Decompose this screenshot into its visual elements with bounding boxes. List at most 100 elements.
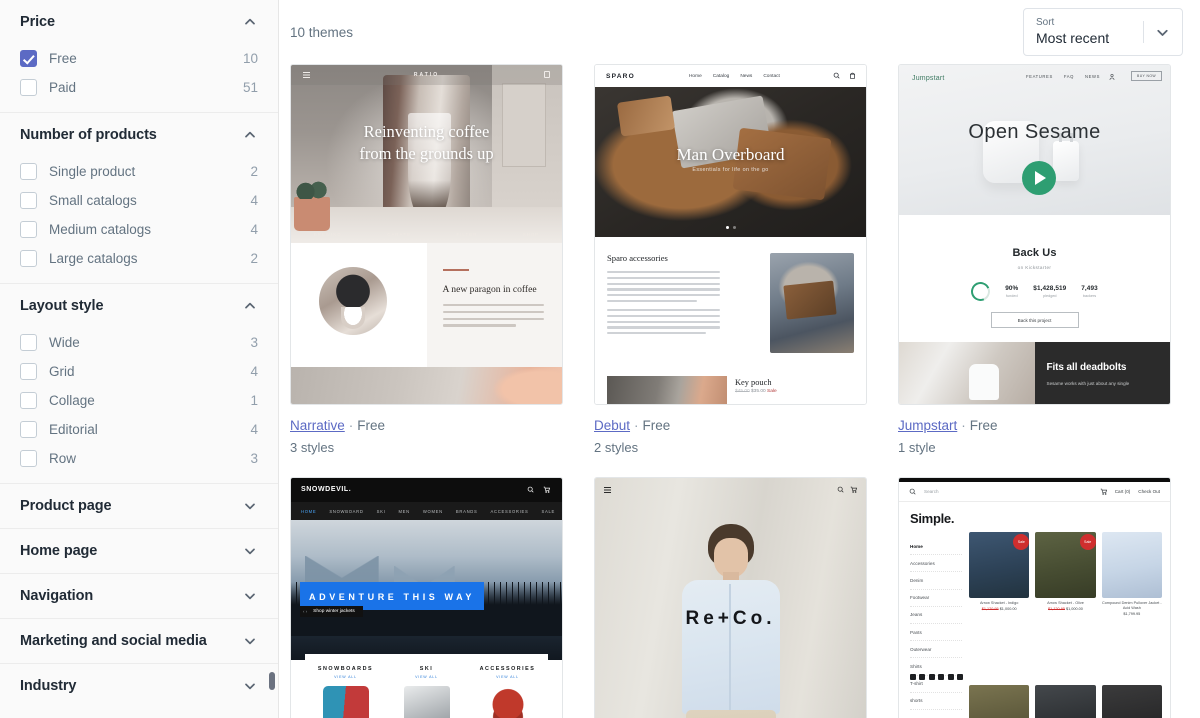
- filter-section-header[interactable]: Industry: [20, 664, 258, 708]
- filter-option-count: 4: [250, 364, 258, 379]
- simple-price-now: $1,000.00: [999, 606, 1017, 611]
- snowdevil-categories: SNOWBOARDS VIEW ALL SKI VIEW ALL ACCESSO…: [305, 654, 548, 718]
- sidebar-scrollbar-thumb[interactable]: [269, 672, 275, 690]
- filter-section-header[interactable]: Marketing and social media: [20, 619, 258, 663]
- narrative-product-circle: [319, 267, 387, 335]
- chevron-down-icon: [242, 678, 258, 694]
- simple-product: [1035, 685, 1096, 718]
- filter-section-title: Navigation: [20, 588, 94, 604]
- instagram-icon: [938, 674, 945, 680]
- filter-option-label: Small catalogs: [49, 193, 137, 208]
- checkbox[interactable]: [20, 192, 37, 209]
- boundless-brand: Re+Co.: [685, 608, 776, 629]
- filter-option-editorial[interactable]: Editorial 4: [20, 415, 258, 444]
- filter-option-label: Paid: [49, 80, 77, 95]
- filter-section-header[interactable]: Layout style: [20, 284, 258, 328]
- narrative-counter: [291, 207, 562, 243]
- jumpstart-buy-button: BUY NOW: [1131, 71, 1162, 81]
- filter-section-header[interactable]: Home page: [20, 529, 258, 573]
- simple-brand: Simple.: [910, 511, 955, 526]
- model-skirt: [685, 710, 776, 718]
- theme-preview-boundless[interactable]: Re+Co.: [594, 477, 867, 718]
- filter-option-label: Grid: [49, 364, 75, 379]
- filter-option-free[interactable]: Free 10: [20, 44, 258, 73]
- checkbox[interactable]: [20, 392, 37, 409]
- chevron-down-icon: [242, 543, 258, 559]
- filter-option-single-product[interactable]: Single product 2: [20, 157, 258, 186]
- jumpstart-stat-label: pledged: [1043, 293, 1057, 298]
- jumpstart-feature-photo: [899, 342, 1035, 404]
- theme-title-line: Narrative · Free: [290, 417, 563, 435]
- simple-product-photo: [1101, 685, 1162, 718]
- twitter-icon: [919, 674, 926, 680]
- theme-preview-simple[interactable]: Search Cart (0) Check Out Simple. Home A…: [898, 477, 1171, 718]
- checkbox[interactable]: [20, 50, 37, 67]
- theme-preview-snowdevil[interactable]: SNOWDEVIL. HOME SNOWBOARD SKI MEN WOMEN …: [290, 477, 563, 718]
- theme-count-label: 10 themes: [290, 24, 354, 40]
- theme-preview-debut[interactable]: SPARO Home Catalog News Contact Man Over…: [594, 64, 867, 405]
- filter-option-small-catalogs[interactable]: Small catalogs 4: [20, 186, 258, 215]
- filter-option-wide[interactable]: Wide 3: [20, 328, 258, 357]
- debut-nav-item: News: [740, 73, 753, 79]
- filter-option-collage[interactable]: Collage 1: [20, 386, 258, 415]
- theme-card-meta: Debut · Free 2 styles: [594, 405, 867, 455]
- sort-label: Sort: [1036, 17, 1055, 28]
- debut-body-lines: [607, 271, 720, 303]
- theme-preview-narrative[interactable]: RATIO Reinventing coffee from the ground…: [290, 64, 563, 405]
- filter-option-large-catalogs[interactable]: Large catalogs 2: [20, 244, 258, 273]
- simple-page: Search Cart (0) Check Out Simple. Home A…: [899, 478, 1170, 718]
- debut-carousel-dots[interactable]: [595, 226, 866, 229]
- simple-nav-item: Jeans: [910, 607, 962, 624]
- theme-name-link[interactable]: Debut: [594, 418, 630, 433]
- filter-option-count: 2: [250, 164, 258, 179]
- filter-option-row[interactable]: Row 3: [20, 444, 258, 473]
- filter-section-header[interactable]: Number of products: [20, 113, 258, 157]
- sort-select[interactable]: Sort Most recent: [1023, 8, 1183, 56]
- debut-section-title: Sparo accessories: [607, 253, 668, 263]
- sort-divider: [1143, 21, 1144, 43]
- debut-nav-item: Contact: [763, 73, 780, 79]
- filter-section-header[interactable]: Navigation: [20, 574, 258, 618]
- snowdevil-nav-item: SNOWBOARD: [329, 508, 364, 514]
- filter-option-paid[interactable]: Paid 51: [20, 73, 258, 102]
- filter-option-label: Free: [49, 51, 77, 66]
- user-icon: [1109, 74, 1115, 81]
- snowdevil-nav-item: WOMEN: [422, 508, 443, 514]
- snowdevil-category: ACCESSORIES VIEW ALL: [467, 654, 548, 718]
- bag-icon: [850, 72, 855, 79]
- tumblr-icon: [947, 674, 954, 680]
- cart-icon: [1100, 488, 1107, 495]
- sidebar-scrollbar-track[interactable]: [269, 0, 277, 718]
- filter-option-medium-catalogs[interactable]: Medium catalogs 4: [20, 215, 258, 244]
- filter-section-number-of-products: Number of products Single product 2 Small c…: [0, 112, 278, 283]
- filter-option-grid[interactable]: Grid 4: [20, 357, 258, 386]
- checkbox[interactable]: [20, 450, 37, 467]
- filter-section-header[interactable]: Price: [20, 0, 258, 44]
- narrative-hero-line1: Reinventing coffee: [363, 122, 490, 141]
- search-icon: [833, 72, 840, 79]
- narrative-midsection: A new paragon in coffee: [291, 243, 562, 367]
- simple-product-price: $1,120.95 $1,000.00: [969, 607, 1029, 611]
- theme-name-link[interactable]: Jumpstart: [898, 418, 957, 433]
- boundless-preview-art: Re+Co.: [595, 478, 866, 718]
- checkbox[interactable]: [20, 79, 37, 96]
- checkbox[interactable]: [20, 221, 37, 238]
- filter-section-title: Layout style: [20, 298, 104, 314]
- debut-sale-badge: Sale: [767, 389, 777, 394]
- snowdevil-nav-item: ACCESSORIES: [490, 508, 529, 514]
- jumpstart-nav: FEATURES FAQ NEWS: [1026, 74, 1100, 79]
- checkbox[interactable]: [20, 334, 37, 351]
- jumpstart-stat-value: 7,493: [1081, 285, 1098, 293]
- checkbox[interactable]: [20, 250, 37, 267]
- filter-section-header[interactable]: Product page: [20, 484, 258, 528]
- filter-section-title: Price: [20, 14, 55, 30]
- debut-nav-item: Home: [688, 73, 702, 79]
- theme-preview-jumpstart[interactable]: Jumpstart FEATURES FAQ NEWS BUY NOW Open…: [898, 64, 1171, 405]
- theme-name-link[interactable]: Narrative: [290, 418, 345, 433]
- chevron-down-icon: [242, 633, 258, 649]
- checkbox[interactable]: [20, 363, 37, 380]
- jumpstart-feature-section: Fits all deadbolts Sesame works with jus…: [899, 342, 1170, 404]
- checkbox[interactable]: [20, 421, 37, 438]
- checkbox[interactable]: [20, 163, 37, 180]
- search-icon: [527, 486, 534, 493]
